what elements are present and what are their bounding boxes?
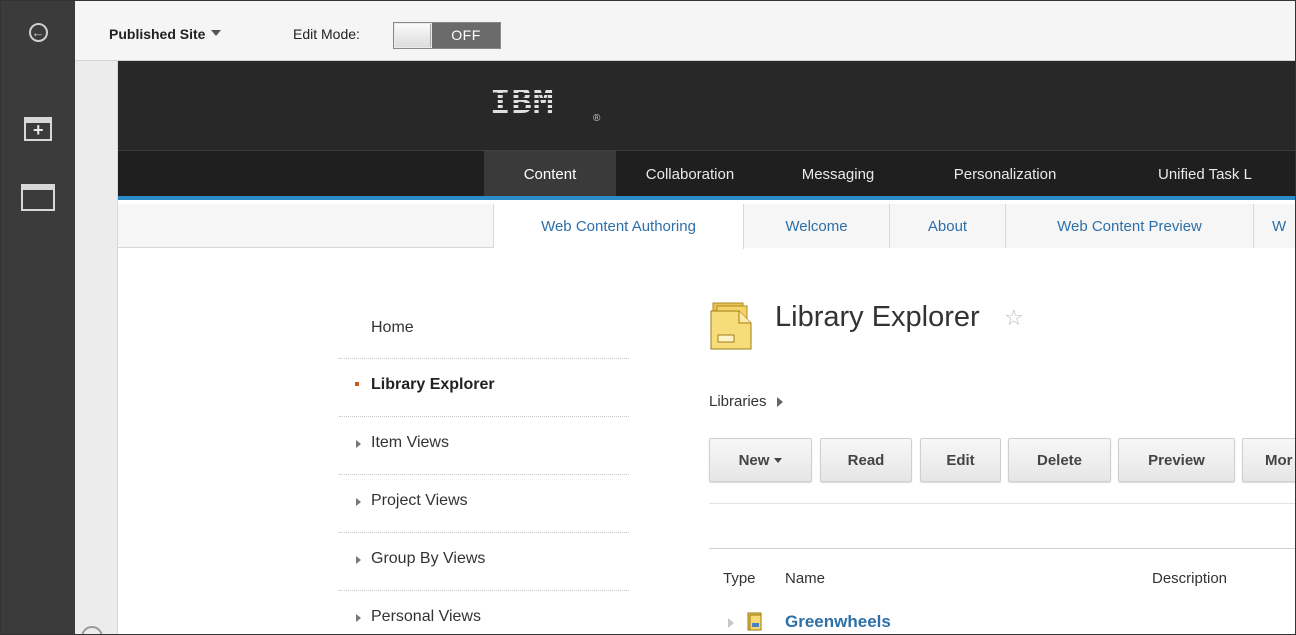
side-nav-label: Personal Views xyxy=(371,608,481,625)
edit-mode-label: Edit Mode: xyxy=(293,26,360,42)
expand-arrow-icon xyxy=(356,498,361,506)
library-icon xyxy=(747,612,762,631)
left-toolbar: ← + xyxy=(1,1,75,634)
tab-overflow[interactable]: W xyxy=(1254,204,1295,248)
tab-welcome[interactable]: Welcome xyxy=(744,204,890,248)
table-top-border xyxy=(709,548,1295,549)
expand-arrow-icon xyxy=(356,614,361,622)
breadcrumb[interactable]: Libraries xyxy=(709,393,783,410)
back-arrow-icon[interactable]: ← xyxy=(1,23,75,42)
browser-frame: ← + Published Site Edit Mode: OFF IBM ® … xyxy=(0,0,1296,635)
breadcrumb-libraries[interactable]: Libraries xyxy=(709,393,767,410)
side-nav-library-explorer[interactable]: Library Explorer xyxy=(339,359,629,417)
page-icon[interactable] xyxy=(1,184,75,211)
side-nav-label: Home xyxy=(371,319,414,336)
delete-button[interactable]: Delete xyxy=(1008,438,1111,482)
ibm-logo[interactable]: IBM xyxy=(490,85,554,119)
side-nav-home[interactable]: Home xyxy=(339,301,629,359)
new-button[interactable]: New xyxy=(709,438,812,482)
side-nav-personal-views[interactable]: Personal Views xyxy=(339,591,629,634)
nav-personalization[interactable]: Personalization xyxy=(912,151,1098,196)
expand-arrow-icon xyxy=(356,440,361,448)
side-nav-label: Library Explorer xyxy=(371,376,495,393)
page-title: Library Explorer xyxy=(775,301,980,333)
column-header-name[interactable]: Name xyxy=(785,570,825,587)
nav-messaging[interactable]: Messaging xyxy=(764,151,912,196)
active-bullet-icon xyxy=(355,382,359,386)
edit-mode-state: OFF xyxy=(432,23,500,48)
side-nav-label: Item Views xyxy=(371,434,449,451)
side-nav-project-views[interactable]: Project Views xyxy=(339,475,629,533)
sub-navigation: Web Content Authoring Welcome About Web … xyxy=(118,204,1295,249)
registered-mark: ® xyxy=(593,113,601,124)
tab-web-content-authoring[interactable]: Web Content Authoring xyxy=(494,204,744,249)
edit-mode-toggle[interactable]: OFF xyxy=(393,22,501,49)
side-nav-item-views[interactable]: Item Views xyxy=(339,417,629,475)
more-button[interactable]: Mor xyxy=(1242,438,1295,482)
column-header-type[interactable]: Type xyxy=(723,570,756,587)
tab-about[interactable]: About xyxy=(890,204,1006,248)
side-nav-label: Project Views xyxy=(371,492,468,509)
library-link-greenwheels[interactable]: Greenwheels xyxy=(785,612,891,632)
favorite-star-icon[interactable]: ☆ xyxy=(1004,305,1024,331)
library-explorer-icon xyxy=(710,302,752,350)
edit-button[interactable]: Edit xyxy=(920,438,1001,482)
site-toolbar: Published Site Edit Mode: OFF xyxy=(75,1,1295,61)
read-button[interactable]: Read xyxy=(820,438,912,482)
site-selector-label: Published Site xyxy=(109,26,206,42)
toggle-knob xyxy=(395,24,431,47)
breadcrumb-arrow-icon xyxy=(776,397,783,407)
tab-web-content-preview[interactable]: Web Content Preview xyxy=(1006,204,1254,248)
side-nav-label: Group By Views xyxy=(371,550,486,567)
expand-row-icon[interactable] xyxy=(728,618,734,628)
site-selector[interactable]: Published Site xyxy=(109,26,222,42)
nav-collaboration[interactable]: Collaboration xyxy=(616,151,764,196)
nav-unified-task-list[interactable]: Unified Task L xyxy=(1158,151,1295,196)
banner: IBM ® xyxy=(118,61,1295,150)
chevron-down-icon xyxy=(774,458,783,463)
page-gutter xyxy=(75,61,118,634)
nav-content[interactable]: Content xyxy=(484,151,616,196)
column-header-description[interactable]: Description xyxy=(1152,570,1227,587)
divider xyxy=(709,503,1295,504)
expand-arrow-icon xyxy=(356,556,361,564)
preview-button[interactable]: Preview xyxy=(1118,438,1235,482)
main-navigation: Content Collaboration Messaging Personal… xyxy=(118,150,1295,200)
side-navigation: Home Library Explorer Item Views Project… xyxy=(339,301,629,634)
add-content-icon[interactable]: + xyxy=(1,117,75,141)
chevron-down-icon xyxy=(211,30,222,36)
side-nav-group-by-views[interactable]: Group By Views xyxy=(339,533,629,591)
new-button-label: New xyxy=(738,452,770,469)
subnav-spacer xyxy=(118,204,494,247)
